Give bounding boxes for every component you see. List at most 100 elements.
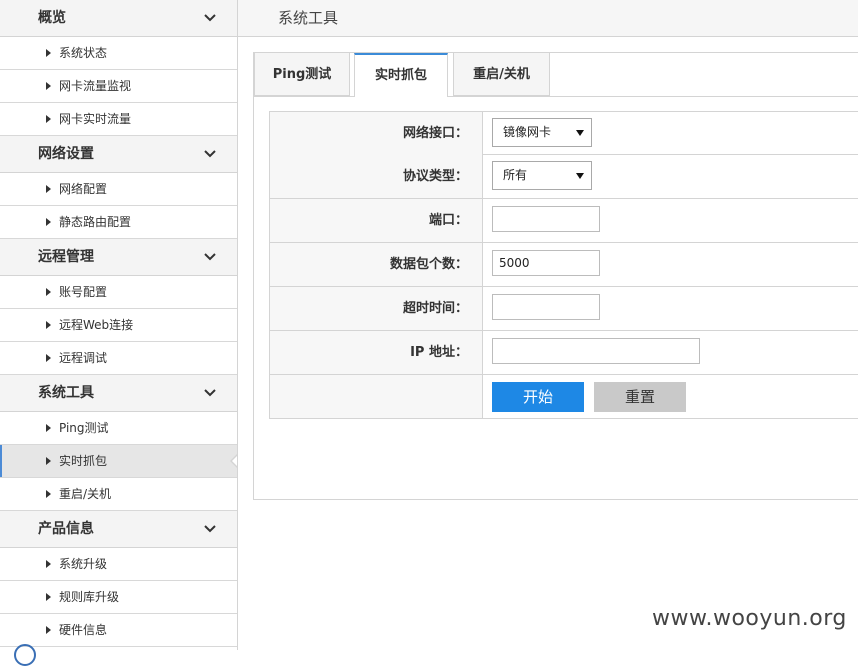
active-indicator-inner [232,455,237,467]
timeout-input[interactable] [492,294,600,320]
caret-right-icon [46,321,51,329]
port-label: 端口： [428,213,468,228]
tab-bar: Ping测试 实时抓包 重启/关机 [254,53,858,97]
label-cell: 数据包个数： [270,243,483,286]
ip-address-input[interactable] [492,338,700,364]
sidebar-section-title: 概览 [38,10,66,26]
label-cell: 超时时间： [270,287,483,330]
sidebar-section-overview[interactable]: 概览 [0,0,237,37]
caret-right-icon [46,288,51,296]
sidebar-item-label: 硬件信息 [59,623,108,637]
caret-right-icon [46,626,51,634]
label-cell: IP 地址： [270,331,483,374]
sidebar-item-label: 规则库升级 [59,590,120,604]
sidebar-item-remote-debug[interactable]: 远程调试 [0,342,237,375]
caret-right-icon [46,560,51,568]
protocol-select[interactable]: 所有 [492,161,592,190]
dropdown-arrow-icon [576,130,584,136]
watermark: www.wooyun.org [652,606,847,631]
caret-right-icon [46,457,51,465]
tab-ping-test[interactable]: Ping测试 [254,53,350,96]
sidebar-section-title: 网络设置 [38,146,94,162]
sidebar-item-system-status[interactable]: 系统状态 [0,37,237,70]
form-row-protocol: 协议类型： 所有 [269,155,858,199]
ip-label: IP 地址： [410,345,468,360]
protocol-select-value: 所有 [503,168,528,182]
count-label: 数据包个数： [389,257,468,272]
interface-select-value: 镜像网卡 [503,125,552,139]
sidebar: 概览 系统状态 网卡流量监视 网卡实时流量 网络设置 网络配置 静态路由配置 远… [0,0,238,650]
reset-button[interactable]: 重置 [594,382,686,412]
chevron-down-icon [204,253,216,261]
timeout-label: 超时时间： [402,301,468,316]
form-row-ip: IP 地址： [269,331,858,375]
form-row-port: 端口： [269,199,858,243]
port-input[interactable] [492,206,600,232]
caret-right-icon [46,82,51,90]
form-row-interface: 网络接口： 镜像网卡 [269,111,858,155]
form-row-actions: 开始 重置 [269,375,858,419]
sidebar-item-remote-web[interactable]: 远程Web连接 [0,309,237,342]
page-header: 系统工具 [238,0,858,37]
sidebar-section-title: 远程管理 [38,249,94,265]
tab-reboot-shutdown[interactable]: 重启/关机 [453,53,550,96]
caret-right-icon [46,490,51,498]
dropdown-arrow-icon [576,173,584,179]
capture-form: 网络接口： 镜像网卡 协议类型： 所有 端口： 数据包个数： 超时时间： IP … [269,111,858,419]
sidebar-section-tools[interactable]: 系统工具 [0,375,237,412]
page-title: 系统工具 [278,9,339,27]
start-button[interactable]: 开始 [492,382,584,412]
sidebar-item-label: 静态路由配置 [59,215,132,229]
sidebar-item-hardware-info[interactable]: 硬件信息 [0,614,237,647]
label-cell: 端口： [270,199,483,242]
sidebar-item-account-config[interactable]: 账号配置 [0,276,237,309]
sidebar-item-label: 账号配置 [59,285,108,299]
sidebar-section-network[interactable]: 网络设置 [0,136,237,173]
sidebar-item-label: 网络配置 [59,182,108,196]
chevron-down-icon [204,150,216,158]
label-cell: 网络接口： [270,112,483,155]
interface-select[interactable]: 镜像网卡 [492,118,592,147]
caret-right-icon [46,115,51,123]
caret-right-icon [46,424,51,432]
sidebar-item-network-config[interactable]: 网络配置 [0,173,237,206]
interface-label: 网络接口： [402,126,468,141]
help-circle-icon[interactable] [14,644,36,666]
sidebar-item-nic-traffic-monitor[interactable]: 网卡流量监视 [0,70,237,103]
protocol-label: 协议类型： [402,169,468,184]
label-cell: 协议类型： [270,155,483,198]
sidebar-section-title: 系统工具 [38,385,94,401]
sidebar-item-rules-upgrade[interactable]: 规则库升级 [0,581,237,614]
sidebar-item-reboot-shutdown[interactable]: 重启/关机 [0,478,237,511]
chevron-down-icon [204,14,216,22]
caret-right-icon [46,49,51,57]
sidebar-item-label: 系统状态 [59,46,108,60]
caret-right-icon [46,185,51,193]
sidebar-item-label: 系统升级 [59,557,108,571]
sidebar-section-remote[interactable]: 远程管理 [0,239,237,276]
form-row-timeout: 超时时间： [269,287,858,331]
sidebar-item-label: 实时抓包 [59,454,108,468]
sidebar-item-nic-realtime-traffic[interactable]: 网卡实时流量 [0,103,237,136]
sidebar-item-label: 网卡实时流量 [59,112,132,126]
sidebar-item-packet-capture[interactable]: 实时抓包 [0,445,237,478]
caret-right-icon [46,218,51,226]
chevron-down-icon [204,389,216,397]
chevron-down-icon [204,525,216,533]
sidebar-item-ping-test[interactable]: Ping测试 [0,412,237,445]
sidebar-section-product[interactable]: 产品信息 [0,511,237,548]
sidebar-item-label: 网卡流量监视 [59,79,132,93]
sidebar-item-label: 远程调试 [59,351,108,365]
caret-right-icon [46,354,51,362]
sidebar-item-label: 重启/关机 [59,487,112,501]
tab-packet-capture[interactable]: 实时抓包 [354,53,448,97]
sidebar-item-label: 远程Web连接 [59,318,134,332]
sidebar-item-label: Ping测试 [59,421,109,435]
form-row-count: 数据包个数： [269,243,858,287]
packet-count-input[interactable] [492,250,600,276]
sidebar-item-system-upgrade[interactable]: 系统升级 [0,548,237,581]
label-cell [270,375,483,418]
sidebar-section-title: 产品信息 [38,521,94,537]
caret-right-icon [46,593,51,601]
sidebar-item-static-route[interactable]: 静态路由配置 [0,206,237,239]
